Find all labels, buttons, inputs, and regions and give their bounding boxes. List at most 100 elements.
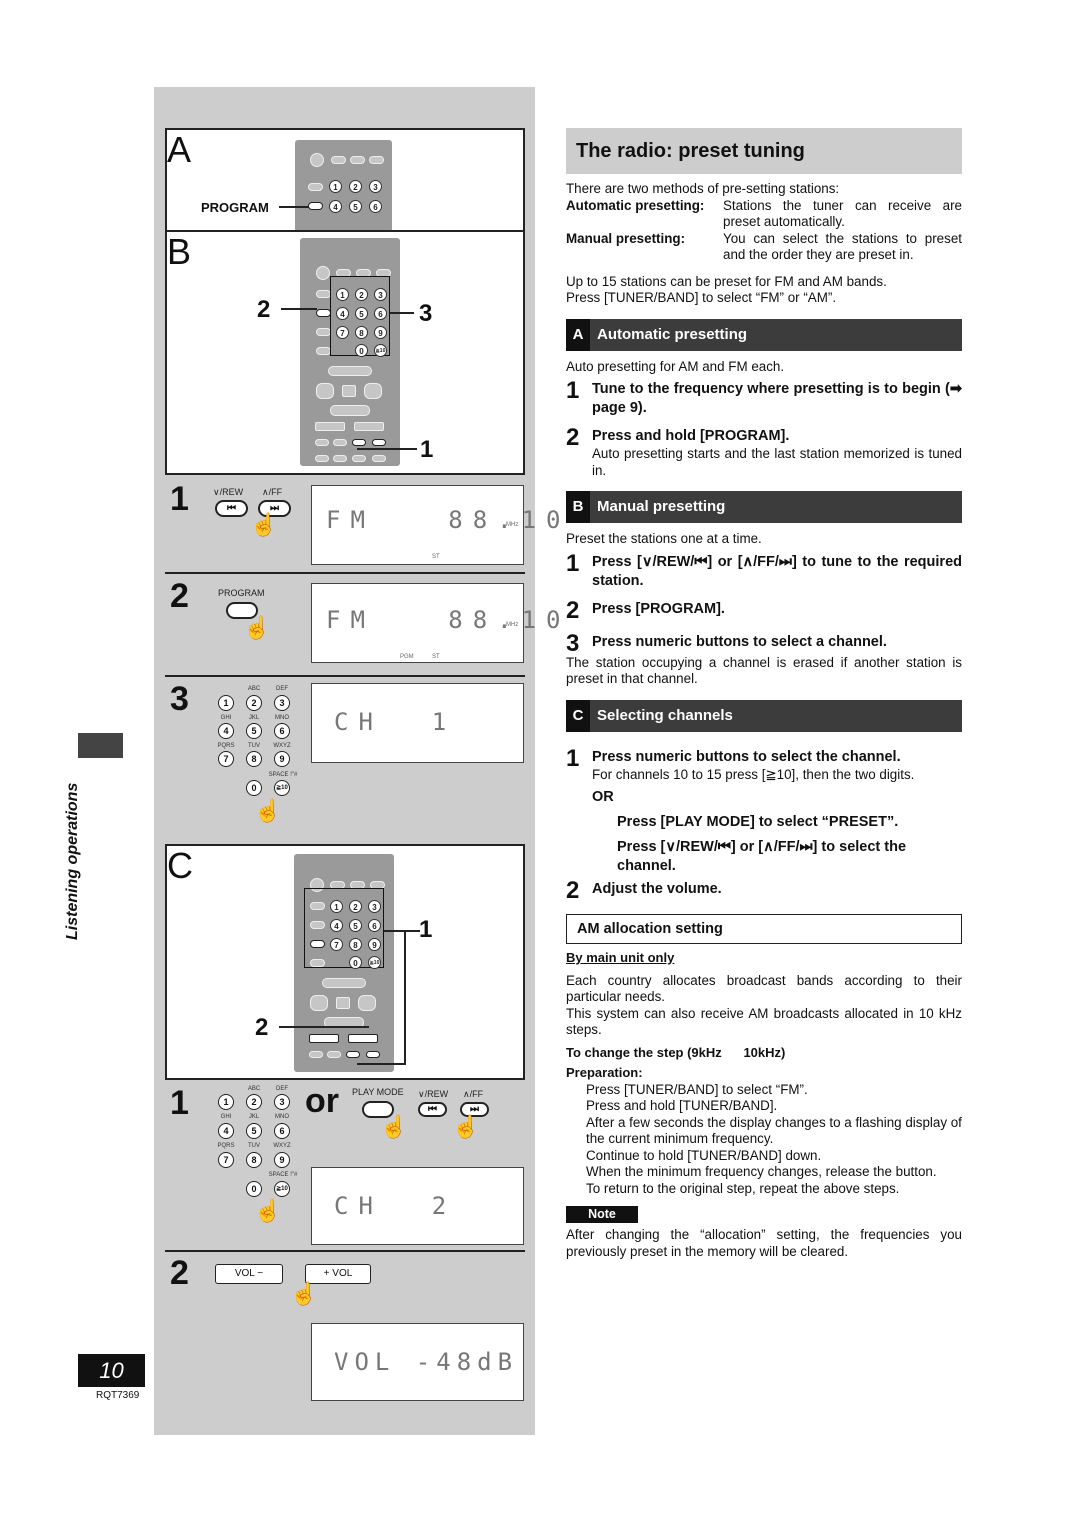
cd-button-illus [322,978,366,988]
key-letters: MNO [275,1114,289,1120]
num-0-illus: 0 [355,344,368,357]
num-3-illus: 3 [368,900,381,913]
album-down-illus [315,439,329,446]
vol-minus-illus [315,422,345,431]
am-allocation-heading: AM allocation setting [566,914,962,944]
num-9-illus: 9 [374,326,387,339]
divider [165,572,525,574]
key-letters: ABC [247,686,261,692]
key-8[interactable]: 8 [246,751,262,767]
instruction-step: 2 Press and hold [PROGRAM]. Auto presett… [566,424,962,479]
note-tag: Note [566,1206,638,1223]
am-preparation-label: Preparation: [566,1065,643,1080]
instructions-column: The radio: preset tuning There are two m… [566,128,962,1260]
intro-text-3: Press [TUNER/BAND] to select “FM” or “AM… [566,290,837,305]
callout-line [279,206,309,208]
key-9[interactable]: 9 [274,751,290,767]
rew-button[interactable]: ⏮ [215,500,248,517]
key-letters: GHI [220,1114,232,1120]
pointing-hand-icon: ☝ [452,1114,480,1139]
key-5[interactable]: 5 [246,1123,262,1139]
definition-row: Manual presetting: You can select the st… [566,231,962,264]
key-3[interactable]: 3 [274,1094,290,1110]
am-instruction: When the minimum frequency changes, rele… [586,1164,937,1179]
key-7[interactable]: 7 [218,1152,234,1168]
search-button-illus [352,455,366,462]
key-7[interactable]: 7 [218,751,234,767]
num-10-illus: ≧10 [368,956,381,969]
key-5[interactable]: 5 [246,723,262,739]
step-number: 1 [566,549,580,577]
key-0[interactable]: 0 [246,1181,262,1197]
divider [165,675,525,677]
key-10-plus[interactable]: ≧10 [274,1181,290,1197]
rew-button[interactable]: ⏮ [418,1102,447,1117]
num-5-illus: 5 [355,307,368,320]
num-3-illus: 3 [374,288,387,301]
section-a-header: A Automatic presetting [566,318,962,351]
key-4[interactable]: 4 [218,1123,234,1139]
key-letters: GHI [220,715,232,721]
num-6-illus: 6 [368,919,381,932]
step-number: 2 [566,877,580,904]
lcd-text: VOL -48dB [334,1348,519,1376]
program-button-illus [316,309,331,317]
pointing-hand-icon: ☝ [254,798,282,823]
rew-caption: ∨/REW [213,487,244,497]
intro-text: There are two methods of pre-setting sta… [566,181,840,196]
illus-step-3: 3 [170,680,189,718]
callout-line [390,312,414,314]
key-letters: DEF [276,1086,288,1092]
step-number: 2 [566,424,580,451]
remote-illustration: 1 2 3 4 5 6 7 8 9 0 ≧10 [300,238,400,466]
step-text: Press and hold [PROGRAM]. [592,428,790,444]
step-number: 2 [566,596,580,624]
num-0-illus: 0 [349,956,362,969]
step-subtext: The station occupying a channel is erase… [566,654,962,687]
key-3[interactable]: 3 [274,695,290,711]
vol-minus-button[interactable]: VOL − [215,1264,283,1284]
vol-minus-illus [309,1034,339,1043]
intro-button-illus [315,455,329,462]
lcd-display: CH 2 [311,1167,524,1245]
instruction-step: 2 Press [PROGRAM]. [566,596,962,624]
callout-line [404,930,406,1065]
disc-button-illus [316,290,331,298]
intro-text-2: Up to 15 stations can be preset for FM a… [566,273,887,289]
tuner-band-button-illus [310,995,328,1011]
cd-button-illus [328,366,372,376]
key-8[interactable]: 8 [246,1152,262,1168]
num-2-illus: 2 [349,900,362,913]
key-1[interactable]: 1 [218,1094,234,1110]
disc-button-illus [308,183,323,191]
key-letters: WXYZ [273,743,291,749]
key-1[interactable]: 1 [218,695,234,711]
num-5-illus: 5 [349,200,362,213]
key-6[interactable]: 6 [274,1123,290,1139]
num-5-illus: 5 [349,919,362,932]
key-2[interactable]: 2 [246,695,262,711]
key-10-plus[interactable]: ≧10 [274,780,290,796]
program-button-illus [308,202,323,210]
callout-1: 1 [419,916,433,943]
section-title: Automatic presetting [597,325,748,343]
num-4-illus: 4 [329,200,342,213]
key-2[interactable]: 2 [246,1094,262,1110]
key-4[interactable]: 4 [218,723,234,739]
definition-term: Manual presetting: [566,230,686,246]
lcd-display: VOL -48dB [311,1323,524,1401]
num-3-illus: 3 [369,180,382,193]
step-number: 1 [566,744,580,772]
am-subheading: By main unit only [566,950,675,965]
key-letters: JKL [248,1114,260,1120]
document-code: RQT7369 [96,1390,140,1401]
step-number: 1 [566,377,580,404]
key-6[interactable]: 6 [274,723,290,739]
key-9[interactable]: 9 [274,1152,290,1168]
instruction-step: 3 Press numeric buttons to select a chan… [566,631,962,655]
pointing-hand-icon: ☝ [243,615,271,640]
am-instruction: Continue to hold [TUNER/BAND] down. [586,1147,822,1163]
key-0[interactable]: 0 [246,780,262,796]
callout-1: 1 [420,436,434,463]
key-letters: JKL [248,715,260,721]
